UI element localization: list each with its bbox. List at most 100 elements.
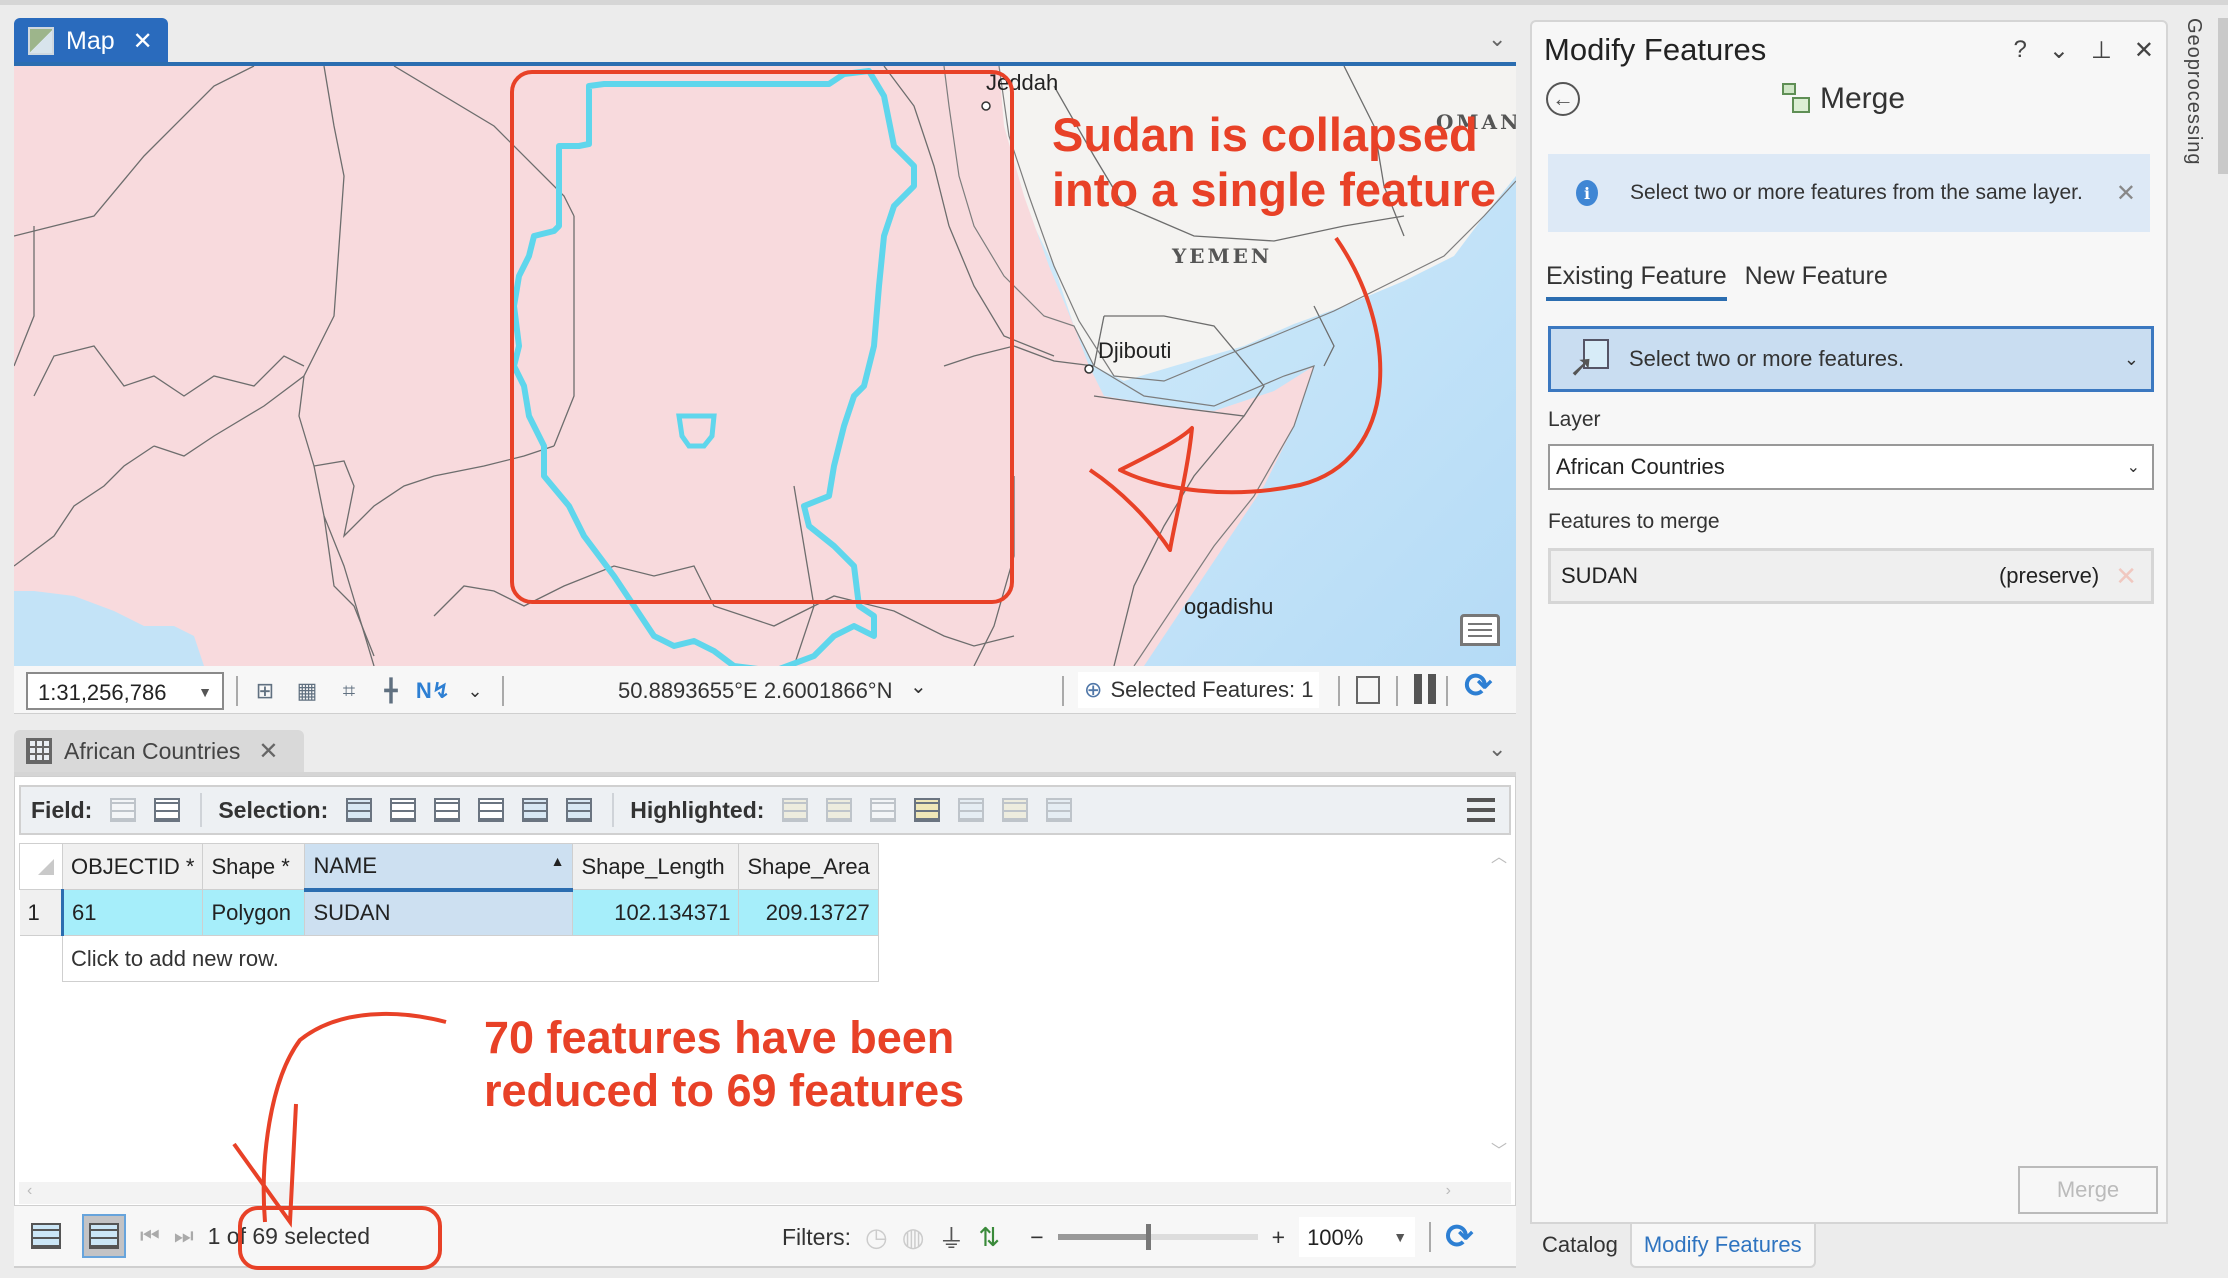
- time-filter-icon[interactable]: ◷: [865, 1222, 888, 1253]
- remove-feature-icon[interactable]: ✕: [2115, 561, 2137, 592]
- tab-new-feature[interactable]: New Feature: [1745, 262, 1888, 301]
- zoom-out-button[interactable]: −: [1030, 1224, 1043, 1251]
- info-message-box: i Select two or more features from the s…: [1548, 154, 2150, 232]
- slider-thumb[interactable]: [1145, 1224, 1151, 1250]
- clear-selection-button[interactable]: [518, 793, 552, 827]
- calculate-field-button[interactable]: [150, 793, 184, 827]
- features-to-merge-label: Features to merge: [1548, 510, 1720, 533]
- panel-bottom-tabs: Catalog Modify Features: [1530, 1224, 1816, 1268]
- chevron-down-icon[interactable]: ⌄: [1488, 736, 1506, 762]
- annotation-map-note: Sudan is collapsed into a single feature: [1052, 108, 1496, 218]
- table-options-menu-icon[interactable]: [1467, 798, 1495, 822]
- pin-icon[interactable]: ⊥: [2091, 36, 2112, 65]
- select-all-corner[interactable]: [19, 843, 63, 890]
- scale-dropdown[interactable]: 1:31,256,786 ▼: [26, 672, 224, 710]
- select-features-dropdown[interactable]: ➚ Select two or more features. ⌄: [1548, 326, 2154, 392]
- north-arrow-icon[interactable]: N↯: [416, 676, 450, 706]
- copy-highlighted-button[interactable]: [1042, 793, 1076, 827]
- table-row[interactable]: 1 61 Polygon SUDAN 102.134371 209.13727: [19, 889, 879, 936]
- separator: [612, 793, 615, 827]
- map-label-mogadishu: ogadishu: [1184, 594, 1274, 619]
- add-field-button[interactable]: [106, 793, 140, 827]
- copy-selection-button[interactable]: [562, 793, 596, 827]
- filter-icon[interactable]: ⏚: [938, 1219, 964, 1256]
- cell-shape-area[interactable]: 209.13727: [738, 889, 879, 936]
- modify-features-panel: Modify Features ? ⌄ ⊥ ✕ ← Merge i Select…: [1530, 20, 2168, 1224]
- constraint-icon[interactable]: ╋: [376, 676, 406, 706]
- window-top-border: [0, 0, 2228, 5]
- map-icon: [28, 27, 54, 55]
- highlight-button-1[interactable]: [778, 793, 812, 827]
- feature-name[interactable]: SUDAN: [1561, 563, 1638, 589]
- back-button[interactable]: ←: [1546, 82, 1580, 116]
- pause-drawing-icon[interactable]: [1414, 674, 1436, 704]
- zoom-in-button[interactable]: +: [1272, 1224, 1285, 1251]
- switch-selection-button[interactable]: [430, 793, 464, 827]
- table-zoom-slider[interactable]: [1057, 1224, 1258, 1250]
- tab-modify-features[interactable]: Modify Features: [1629, 1224, 1816, 1268]
- coordinate-format-chevron-icon[interactable]: ⌄: [910, 674, 927, 699]
- cell-shape-length[interactable]: 102.134371: [572, 889, 740, 936]
- zoom-level-dropdown[interactable]: 100% ▼: [1299, 1217, 1416, 1257]
- filters-label: Filters:: [782, 1223, 851, 1250]
- layer-dropdown[interactable]: African Countries ⌄: [1548, 444, 2154, 490]
- cell-shape[interactable]: Polygon: [202, 889, 306, 936]
- clear-selection-icon[interactable]: [1356, 676, 1380, 704]
- geoprocessing-side-tab[interactable]: Geoprocessing: [2182, 18, 2205, 166]
- zoom-to-selection-button[interactable]: [386, 793, 420, 827]
- switch-highlighted-button[interactable]: [910, 793, 944, 827]
- cell-objectid[interactable]: 61: [61, 889, 204, 936]
- highlight-button-2[interactable]: [822, 793, 856, 827]
- highlight-all-button[interactable]: [954, 793, 988, 827]
- refresh-icon[interactable]: ⟳: [1464, 666, 1493, 706]
- help-icon[interactable]: ?: [2014, 36, 2027, 65]
- zoom-to-highlighted-button[interactable]: [866, 793, 900, 827]
- close-icon[interactable]: ✕: [2134, 36, 2154, 65]
- range-filter-icon[interactable]: ◍: [902, 1222, 925, 1253]
- snapping-icon[interactable]: ⌗: [334, 676, 364, 706]
- selected-features-button[interactable]: ⊕ Selected Features: 1: [1078, 672, 1320, 708]
- tab-catalog[interactable]: Catalog: [1530, 1224, 1630, 1268]
- add-grid-icon[interactable]: ⊞: [250, 676, 280, 706]
- merge-button[interactable]: Merge: [2018, 1166, 2158, 1214]
- sort-ascending-icon: ▲: [550, 852, 565, 869]
- close-icon[interactable]: ✕: [133, 27, 153, 56]
- selection-label: Selection:: [218, 796, 329, 823]
- chevron-down-icon[interactable]: ⌄: [460, 676, 490, 706]
- dismiss-info-icon[interactable]: ✕: [2116, 179, 2136, 208]
- show-all-records-button[interactable]: [24, 1214, 68, 1258]
- panel-controls: ? ⌄ ⊥ ✕: [2014, 36, 2154, 65]
- column-header-name[interactable]: NAME ▲: [304, 843, 574, 892]
- show-selected-records-button[interactable]: [82, 1214, 126, 1258]
- side-scrollbar[interactable]: [2218, 18, 2228, 174]
- first-record-icon[interactable]: ⏮: [140, 1223, 160, 1249]
- column-header-shape-length[interactable]: Shape_Length: [572, 843, 740, 890]
- column-header-shape-area[interactable]: Shape_Area: [738, 843, 879, 890]
- features-to-merge-list[interactable]: SUDAN (preserve) ✕: [1548, 548, 2154, 604]
- column-header-objectid[interactable]: OBJECTID *: [61, 843, 204, 890]
- refresh-icon[interactable]: ⟳: [1445, 1217, 1474, 1257]
- horizontal-scrollbar[interactable]: ‹ ›: [19, 1182, 1511, 1204]
- new-row[interactable]: Click to add new row.: [19, 935, 879, 982]
- column-header-shape[interactable]: Shape *: [202, 843, 306, 890]
- unhighlight-button[interactable]: [998, 793, 1032, 827]
- row-number[interactable]: 1: [19, 889, 64, 936]
- scale-value: 1:31,256,786: [38, 680, 167, 705]
- info-message: Select two or more features from the sam…: [1630, 180, 2083, 204]
- map-legend-icon[interactable]: [1460, 614, 1500, 646]
- sort-order-icon[interactable]: ⇅: [978, 1222, 1000, 1253]
- separator: [1396, 676, 1398, 706]
- tab-existing-feature[interactable]: Existing Feature: [1546, 262, 1727, 301]
- select-all-button[interactable]: [474, 793, 508, 827]
- grid-icon[interactable]: ▦: [292, 676, 322, 706]
- chevron-down-icon[interactable]: ⌄: [1488, 26, 1506, 52]
- cell-name[interactable]: SUDAN: [304, 889, 574, 936]
- tab-map[interactable]: Map ✕: [14, 18, 168, 64]
- close-icon[interactable]: ✕: [258, 737, 278, 766]
- options-chevron-icon[interactable]: ⌄: [2049, 36, 2069, 65]
- add-new-row-prompt[interactable]: Click to add new row.: [62, 935, 879, 982]
- tab-african-countries[interactable]: African Countries ✕: [14, 730, 304, 772]
- vertical-scrollbar[interactable]: ︿ ﹀: [1487, 843, 1511, 1173]
- last-record-icon[interactable]: ⏭: [174, 1223, 194, 1249]
- select-by-attributes-button[interactable]: [342, 793, 376, 827]
